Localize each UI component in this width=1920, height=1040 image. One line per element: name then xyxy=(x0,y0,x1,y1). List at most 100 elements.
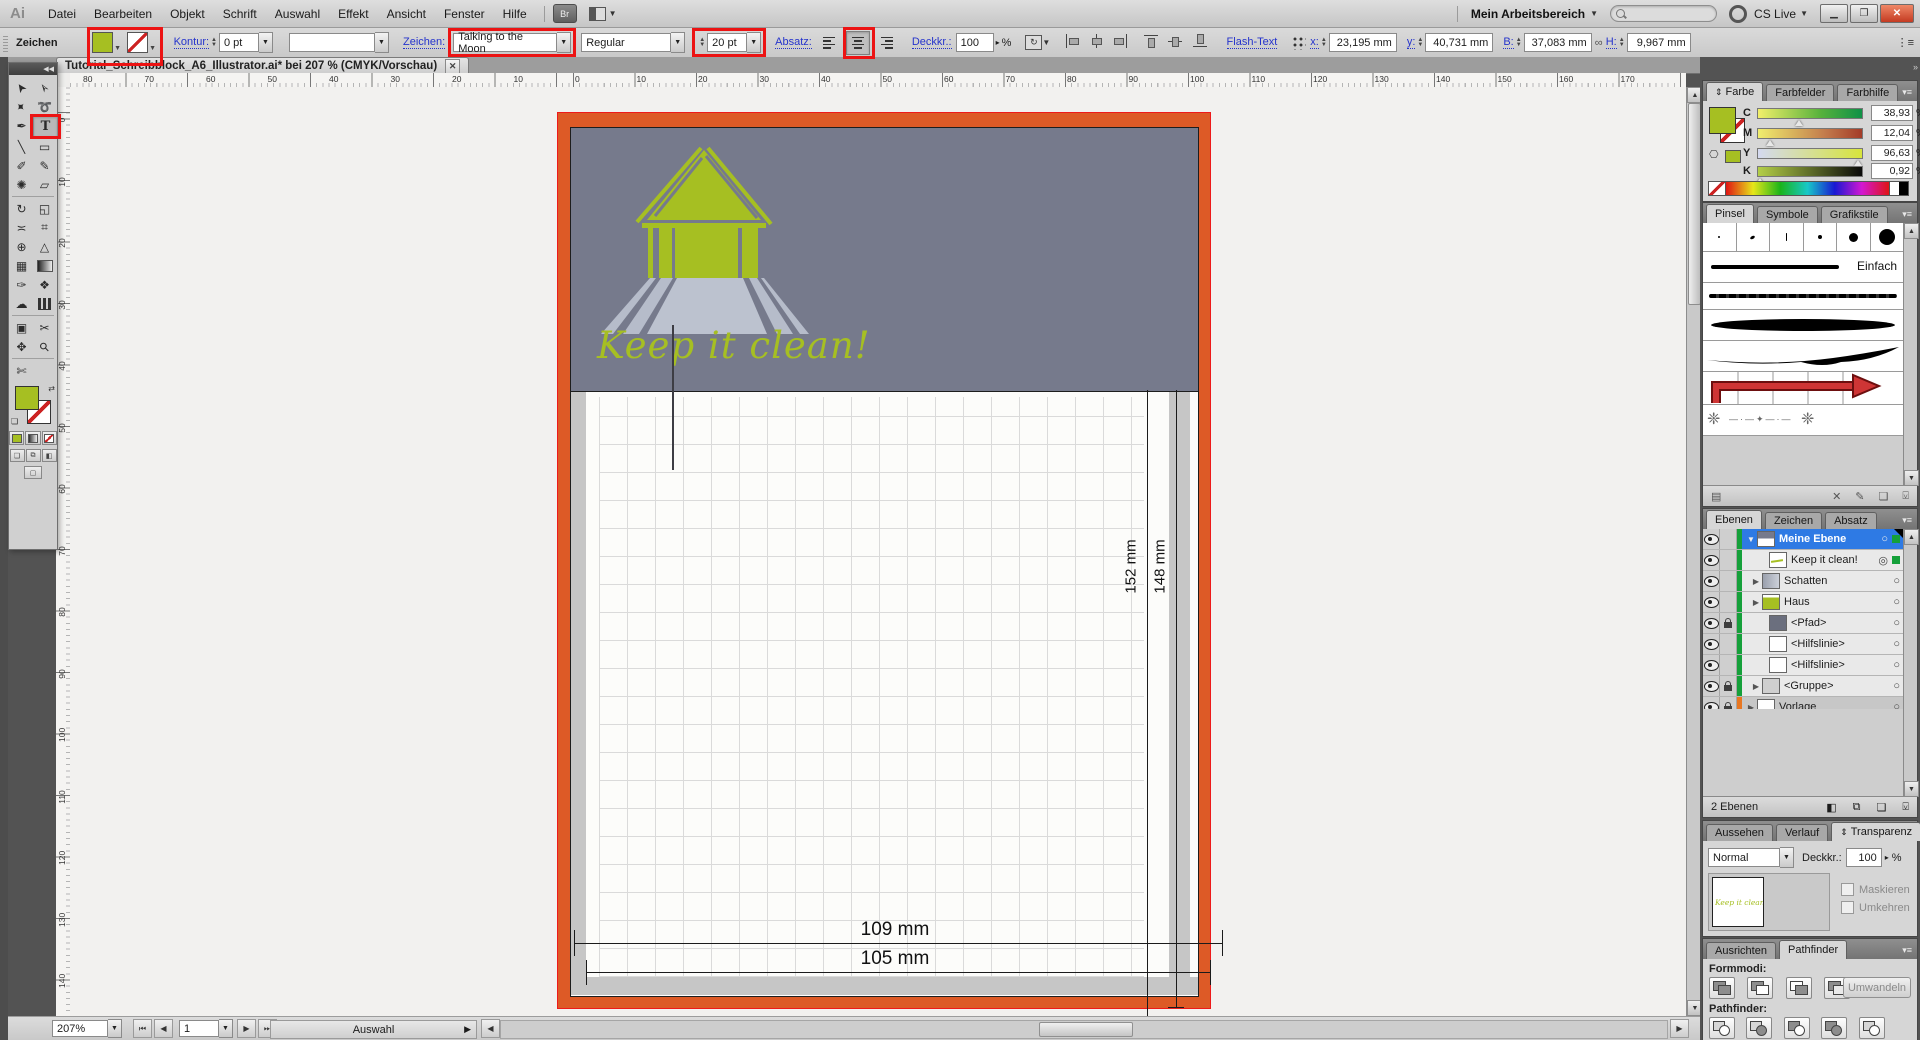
eraser-tool[interactable]: ▱ xyxy=(33,175,56,194)
cyan-slider[interactable] xyxy=(1757,108,1863,119)
chevron-down-icon[interactable]: ▼ xyxy=(747,32,761,53)
fill-proxy-swatch[interactable] xyxy=(1709,107,1736,134)
layer-thumbnail[interactable] xyxy=(1762,678,1780,694)
reference-point-selector[interactable] xyxy=(1291,35,1306,50)
align-vertical-top-icon[interactable] xyxy=(1144,34,1159,48)
brush-row-ornament[interactable]: ❈ —·—✦—·— ❈ xyxy=(1703,405,1903,436)
x-field[interactable]: 23,195 mm xyxy=(1329,33,1397,52)
paint-gradient-button[interactable] xyxy=(25,431,40,445)
document-tab[interactable]: Tutorial_Schreibblock_A6_Illustrator.ai*… xyxy=(56,57,469,74)
opacity-field[interactable]: 100 xyxy=(1846,848,1882,867)
tab-absatz[interactable]: Absatz xyxy=(1825,512,1877,529)
width-link[interactable]: B: xyxy=(1503,36,1513,49)
new-brush-icon[interactable]: ❏ xyxy=(1879,490,1889,503)
control-bar-menu-icon[interactable]: ⋮≡ xyxy=(1897,36,1914,49)
brush-item[interactable] xyxy=(1703,223,1737,251)
new-sublayer-icon[interactable]: ⧉ xyxy=(1853,801,1861,814)
layer-name[interactable]: <Pfad> xyxy=(1791,617,1826,629)
transform-icon[interactable]: ↻ xyxy=(1025,35,1042,50)
brush-item[interactable] xyxy=(1871,223,1904,251)
layer-thumbnail[interactable] xyxy=(1762,594,1780,610)
tab-transparenz[interactable]: ⇕Transparenz xyxy=(1831,822,1920,841)
screen-mode-button[interactable]: ▢ xyxy=(24,466,42,479)
target-circle-icon[interactable]: ○ xyxy=(1893,596,1900,608)
align-center-button[interactable] xyxy=(846,31,870,55)
direct-selection-tool[interactable]: ➣ xyxy=(33,78,56,97)
layer-name[interactable]: Meine Ebene xyxy=(1779,533,1846,545)
blend-mode-field[interactable]: Normal xyxy=(1708,848,1780,867)
blend-tool[interactable]: ❖ xyxy=(33,275,56,294)
layer-row-hilfslinie-1[interactable]: <Hilfslinie> ○ xyxy=(1703,634,1904,655)
channel-value[interactable]: 96,63 xyxy=(1871,145,1913,161)
arrange-documents-button[interactable]: ▼ xyxy=(589,7,617,21)
black-slider[interactable] xyxy=(1757,166,1863,177)
font-size-field[interactable]: 20 pt xyxy=(707,33,747,52)
horizontal-ruler[interactable]: 8070605040302010010203040506070809010011… xyxy=(70,73,1686,88)
tab-symbole[interactable]: Symbole xyxy=(1757,206,1818,223)
lock-toggle[interactable] xyxy=(1720,655,1737,675)
chevron-down-icon[interactable]: ▼ xyxy=(557,32,571,53)
rotate-tool[interactable]: ↻ xyxy=(10,199,33,218)
layer-row-hilfslinie-2[interactable]: <Hilfslinie> ○ xyxy=(1703,655,1904,676)
artboard[interactable]: Keep it clean! xyxy=(558,113,1210,1008)
brush-item[interactable] xyxy=(1770,223,1804,251)
spectrum-gradient[interactable] xyxy=(1726,182,1889,195)
outline-button[interactable] xyxy=(1859,1017,1885,1039)
hand-tool[interactable]: ✥ xyxy=(10,337,33,356)
pen-tool[interactable]: ✒ xyxy=(10,116,33,135)
horizontal-scrollbar[interactable] xyxy=(500,1020,1668,1039)
font-style-field[interactable]: Regular xyxy=(581,33,671,52)
canvas-area[interactable]: Keep it clean! 152 mm 148 mm 109 mm 105 xyxy=(70,87,1686,1016)
expand-icon[interactable]: ▼ xyxy=(1745,535,1757,544)
layers-scrollbar[interactable]: ▲ ▼ xyxy=(1903,529,1917,797)
magic-wand-tool[interactable]: ✦ xyxy=(10,97,33,116)
target-circle-icon[interactable]: ○ xyxy=(1893,659,1900,671)
visibility-toggle[interactable] xyxy=(1703,592,1720,612)
menu-hilfe[interactable]: Hilfe xyxy=(494,0,536,27)
layer-name[interactable]: Haus xyxy=(1784,596,1810,608)
brush-row-einfach[interactable]: Einfach xyxy=(1703,252,1903,283)
draw-behind-button[interactable]: ⧉ xyxy=(26,449,41,462)
restore-button[interactable]: ❐ xyxy=(1850,4,1878,23)
lock-toggle[interactable] xyxy=(1720,592,1737,612)
shape-builder-tool[interactable]: ⊕ xyxy=(10,237,33,256)
brush-libraries-icon[interactable]: ▤ xyxy=(1711,490,1721,503)
menu-fenster[interactable]: Fenster xyxy=(435,0,494,27)
scrollbar-thumb[interactable] xyxy=(1039,1022,1133,1037)
y-field[interactable]: 40,731 mm xyxy=(1425,33,1493,52)
knife-tool[interactable]: ✄ xyxy=(10,361,33,380)
visibility-toggle[interactable] xyxy=(1703,676,1720,696)
layer-row-meine-ebene[interactable]: ▼ Meine Ebene ○ xyxy=(1703,529,1904,550)
tab-pathfinder[interactable]: Pathfinder xyxy=(1779,940,1847,959)
lock-toggle[interactable] xyxy=(1720,571,1737,591)
delete-brush-icon[interactable]: ⍌ xyxy=(1902,490,1909,503)
none-swatch[interactable] xyxy=(1709,182,1726,195)
cs-live-button[interactable]: CS Live xyxy=(1754,7,1796,21)
panel-menu-icon[interactable]: ▾≡ xyxy=(1902,945,1917,959)
slider-thumb[interactable] xyxy=(1766,136,1774,146)
artboard-number-field[interactable]: 1 xyxy=(179,1020,219,1037)
mesh-tool[interactable]: ▦ xyxy=(10,256,33,275)
tab-farbe[interactable]: ⇕Farbe xyxy=(1706,82,1763,101)
minimize-button[interactable]: ▁ xyxy=(1820,4,1848,23)
chevron-down-icon[interactable]: ▼ xyxy=(148,33,158,52)
paintbrush-tool[interactable]: ✐ xyxy=(10,156,33,175)
panel-menu-icon[interactable]: ▾≡ xyxy=(1902,209,1917,223)
zeichen-link[interactable]: Zeichen: xyxy=(403,36,445,49)
brush-item[interactable] xyxy=(1737,223,1771,251)
lock-toggle[interactable] xyxy=(1720,613,1737,633)
tab-aussehen[interactable]: Aussehen xyxy=(1706,824,1773,841)
umwandeln-button[interactable]: Umwandeln xyxy=(1843,977,1911,998)
layer-thumbnail[interactable] xyxy=(1769,552,1787,568)
scroll-down-icon[interactable]: ▼ xyxy=(1904,781,1919,797)
brush-item[interactable] xyxy=(1837,223,1871,251)
menu-datei[interactable]: Datei xyxy=(39,0,85,27)
zoom-tool[interactable]: ⚲ xyxy=(33,337,56,356)
visibility-toggle[interactable] xyxy=(1703,655,1720,675)
previous-artboard-button[interactable]: ◀ xyxy=(154,1019,173,1038)
stroke-color-swatch[interactable] xyxy=(127,32,148,53)
layer-name[interactable]: <Gruppe> xyxy=(1784,680,1834,692)
brush-row-swoosh[interactable] xyxy=(1703,341,1903,372)
deckkraft-link[interactable]: Deckkr.: xyxy=(912,36,952,49)
column-graph-tool[interactable] xyxy=(33,294,56,313)
